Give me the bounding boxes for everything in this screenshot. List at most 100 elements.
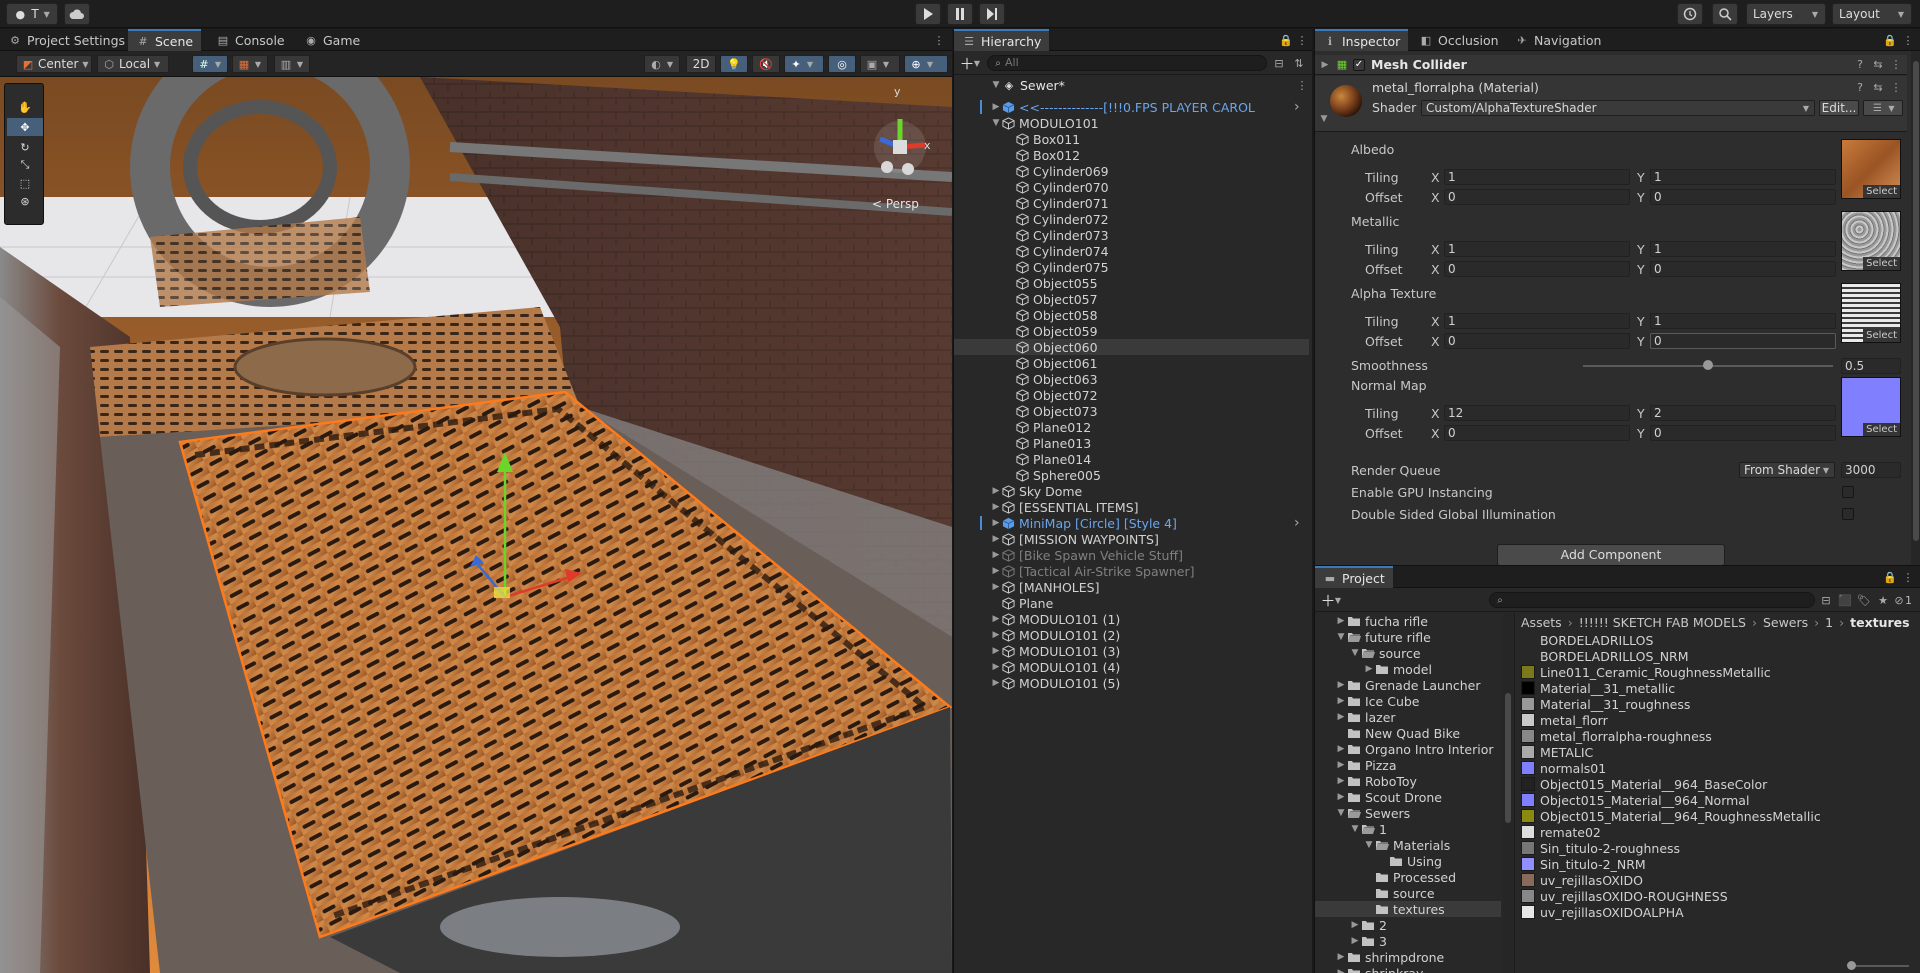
sort-icon[interactable]: ⇅: [1292, 56, 1306, 70]
asset-item[interactable]: Object015_Material__964_Normal: [1521, 792, 1920, 808]
folder-item[interactable]: ▶ model: [1315, 661, 1501, 677]
hierarchy-row[interactable]: ▶ MODULO101 (5): [954, 675, 1309, 691]
help-icon[interactable]: ?: [1853, 80, 1867, 94]
mesh-collider-header[interactable]: ▶ ▦ ✓ Mesh Collider ? ⇆ ⋮: [1315, 55, 1907, 75]
folder-item[interactable]: ▶ 2: [1315, 917, 1501, 933]
expand-arrow-icon[interactable]: ▶: [990, 582, 1002, 592]
hierarchy-row[interactable]: ▶ [ESSENTIAL ITEMS]: [954, 499, 1309, 515]
expand-arrow-icon[interactable]: ▶: [990, 662, 1002, 672]
expand-arrow-icon[interactable]: ▶: [990, 534, 1002, 544]
layout-dropdown[interactable]: Layout ▼: [1832, 3, 1912, 25]
normal-tiling-y-field[interactable]: 2: [1650, 405, 1836, 421]
expand-arrow-icon[interactable]: ▶: [1335, 792, 1347, 802]
preset-icon[interactable]: ⇆: [1871, 80, 1885, 94]
expand-arrow-icon[interactable]: ▶: [990, 646, 1002, 656]
asset-item[interactable]: METALIC: [1521, 744, 1920, 760]
hierarchy-row[interactable]: Object055: [954, 275, 1309, 291]
account-button[interactable]: ● T ▼: [6, 3, 58, 25]
folder-item[interactable]: ▶ 3: [1315, 933, 1501, 949]
scene-filter-icon[interactable]: ⊟: [1272, 56, 1286, 70]
layers-dropdown[interactable]: Layers ▼: [1746, 3, 1826, 25]
asset-item[interactable]: Sin_titulo-2_NRM: [1521, 856, 1920, 872]
shader-options-dropdown[interactable]: ☰ ▼: [1863, 100, 1903, 116]
hierarchy-row[interactable]: ▶ [MANHOLES]: [954, 579, 1309, 595]
folder-item[interactable]: ▶ fucha rifle: [1315, 613, 1501, 629]
grid-snap-toggle[interactable]: # ▼: [192, 55, 228, 73]
add-icon[interactable]: ＋: [1321, 592, 1336, 610]
hierarchy-row[interactable]: Object057: [954, 291, 1309, 307]
expand-arrow-icon[interactable]: ▶: [990, 486, 1002, 496]
audio-toggle[interactable]: 🔇: [752, 55, 780, 73]
effects-dropdown[interactable]: ✦ ▼: [784, 55, 824, 73]
asset-item[interactable]: uv_rejillasOXIDOALPHA: [1521, 904, 1920, 920]
expand-arrow-icon[interactable]: ▼: [1318, 114, 1330, 124]
search-by-label-icon[interactable]: ⬛: [1838, 593, 1852, 607]
asset-item[interactable]: Line011_Ceramic_RoughnessMetallic: [1521, 664, 1920, 680]
expand-arrow-icon[interactable]: ▶: [990, 678, 1002, 688]
expand-arrow-icon[interactable]: ▶: [1335, 952, 1347, 962]
tab-inspector[interactable]: ℹ Inspector: [1315, 29, 1409, 51]
expand-arrow-icon[interactable]: ▼: [1349, 824, 1361, 834]
double-sided-gi-checkbox[interactable]: [1842, 508, 1854, 520]
inspector-scrollbar-thumb[interactable]: [1913, 61, 1919, 541]
gpu-instancing-checkbox[interactable]: [1842, 486, 1854, 498]
asset-item[interactable]: BORDELADRILLOS_NRM: [1521, 648, 1920, 664]
kebab-menu-icon[interactable]: ⋮: [932, 33, 946, 47]
expand-arrow-icon[interactable]: ▼: [990, 80, 1002, 90]
kebab-menu-icon[interactable]: ⋮: [1901, 570, 1915, 584]
hierarchy-row[interactable]: ▶ [Tactical Air-Strike Spawner]: [954, 563, 1309, 579]
scene-visibility-toggle[interactable]: ◎: [828, 55, 856, 73]
expand-arrow-icon[interactable]: ▶: [1335, 744, 1347, 754]
asset-item[interactable]: uv_rejillasOXIDO-ROUGHNESS: [1521, 888, 1920, 904]
smoothness-field[interactable]: 0.5: [1841, 358, 1901, 374]
folder-item[interactable]: ▼ 1: [1315, 821, 1501, 837]
expand-arrow-icon[interactable]: ▶: [990, 614, 1002, 624]
folder-item[interactable]: ▶ Organo Intro Interior: [1315, 741, 1501, 757]
hierarchy-row[interactable]: ▶ [MISSION WAYPOINTS]: [954, 531, 1309, 547]
expand-arrow-icon[interactable]: ▶: [1335, 616, 1347, 626]
hierarchy-row[interactable]: ▶ [Bike Spawn Vehicle Stuff]: [954, 547, 1309, 563]
expand-arrow-icon[interactable]: ▼: [1335, 808, 1347, 818]
select-button[interactable]: Select: [1863, 185, 1900, 198]
hierarchy-row[interactable]: ▶ MiniMap [Circle] [Style 4] ›: [954, 515, 1309, 531]
increment-snap-toggle[interactable]: ▦ ▼: [232, 55, 268, 73]
edit-shader-button[interactable]: Edit...: [1819, 100, 1859, 116]
asset-item[interactable]: metal_florr: [1521, 712, 1920, 728]
alpha-texture-slot[interactable]: Select: [1841, 283, 1901, 343]
kebab-menu-icon[interactable]: ⋮: [1295, 78, 1309, 92]
normal-tiling-x-field[interactable]: 12: [1444, 405, 1630, 421]
scene-viewport[interactable]: y x < Persp ✋ ✥ ↻ ⤡ ⬚ ⊛: [0, 77, 952, 973]
lock-icon[interactable]: 🔒: [1883, 570, 1897, 584]
transform-tool-icon[interactable]: ⊛: [18, 194, 32, 208]
expand-arrow-icon[interactable]: ▶: [1335, 760, 1347, 770]
search-by-type-icon[interactable]: ⊟: [1819, 593, 1833, 607]
hierarchy-row[interactable]: Object063: [954, 371, 1309, 387]
hierarchy-row[interactable]: ▶ MODULO101 (3): [954, 643, 1309, 659]
hierarchy-row[interactable]: Cylinder072: [954, 211, 1309, 227]
asset-item[interactable]: Material__31_roughness: [1521, 696, 1920, 712]
history-button[interactable]: [1677, 3, 1703, 25]
folder-item[interactable]: ▶ lazer: [1315, 709, 1501, 725]
folder-item[interactable]: Processed: [1315, 869, 1501, 885]
kebab-menu-icon[interactable]: ⋮: [1889, 80, 1903, 94]
tab-console[interactable]: ▤ Console: [208, 29, 293, 51]
expand-arrow-icon[interactable]: ▶: [990, 550, 1002, 560]
metallic-texture-slot[interactable]: Select: [1841, 211, 1901, 271]
hierarchy-row[interactable]: Plane: [954, 595, 1309, 611]
hierarchy-search[interactable]: ⌕ All: [987, 55, 1267, 71]
expand-arrow-icon[interactable]: ▼: [990, 118, 1002, 128]
folder-item[interactable]: textures: [1315, 901, 1501, 917]
space-dropdown[interactable]: ⬡ Local ▼: [97, 55, 169, 73]
hierarchy-row[interactable]: Plane013: [954, 435, 1309, 451]
select-button[interactable]: Select: [1863, 329, 1900, 342]
folder-item[interactable]: ▶ Grenade Launcher: [1315, 677, 1501, 693]
expand-arrow-icon[interactable]: ▶: [990, 518, 1002, 528]
folder-item[interactable]: source: [1315, 885, 1501, 901]
hierarchy-row[interactable]: Sphere005: [954, 467, 1309, 483]
asset-item[interactable]: Object015_Material__964_BaseColor: [1521, 776, 1920, 792]
asset-item[interactable]: normals01: [1521, 760, 1920, 776]
smoothness-slider-handle[interactable]: [1703, 360, 1713, 370]
expand-arrow-icon[interactable]: ▶: [1335, 696, 1347, 706]
asset-item[interactable]: Object015_Material__964_RoughnessMetalli…: [1521, 808, 1920, 824]
hierarchy-row[interactable]: Cylinder073: [954, 227, 1309, 243]
